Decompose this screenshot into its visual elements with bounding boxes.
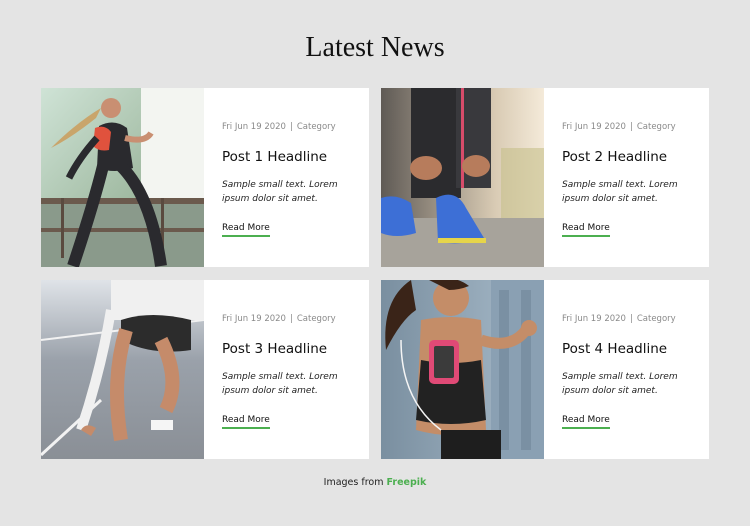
page-title: Latest News bbox=[305, 32, 445, 63]
meta-separator: | bbox=[289, 314, 293, 324]
post-date: Fri Jun 19 2020 bbox=[562, 122, 626, 132]
post-category-link[interactable]: Category bbox=[297, 122, 336, 132]
news-card-4[interactable]: Fri Jun 19 2020 | Category Post 4 Headline… bbox=[381, 280, 709, 459]
post-3-read-more-link[interactable]: Read More bbox=[222, 415, 270, 429]
post-category-link[interactable]: Category bbox=[637, 314, 676, 324]
post-3-meta: Fri Jun 19 2020 | Category bbox=[222, 314, 369, 324]
tying-shoelace-photo bbox=[381, 88, 544, 267]
meta-separator: | bbox=[629, 314, 633, 324]
woman-armband-photo bbox=[381, 280, 544, 459]
post-2-body: Fri Jun 19 2020 | Category Post 2 Headline… bbox=[544, 88, 709, 267]
post-1-headline[interactable]: Post 1 Headline bbox=[222, 149, 369, 165]
post-1-excerpt: Sample small text. Lorem ipsum dolor sit… bbox=[222, 180, 338, 204]
post-2-image[interactable] bbox=[381, 88, 544, 267]
post-date: Fri Jun 19 2020 bbox=[562, 314, 626, 324]
post-1-meta: Fri Jun 19 2020 | Category bbox=[222, 122, 369, 132]
post-2-headline[interactable]: Post 2 Headline bbox=[562, 149, 709, 165]
woman-running-photo bbox=[41, 88, 204, 267]
post-4-headline[interactable]: Post 4 Headline bbox=[562, 341, 709, 357]
meta-separator: | bbox=[629, 122, 633, 132]
post-2-read-more-link[interactable]: Read More bbox=[562, 223, 610, 237]
news-card-1[interactable]: Fri Jun 19 2020 | Category Post 1 Headline… bbox=[41, 88, 369, 267]
post-4-image[interactable] bbox=[381, 280, 544, 459]
post-4-body: Fri Jun 19 2020 | Category Post 4 Headline… bbox=[544, 280, 709, 459]
post-1-body: Fri Jun 19 2020 | Category Post 1 Headline… bbox=[204, 88, 369, 267]
post-2-meta: Fri Jun 19 2020 | Category bbox=[562, 122, 709, 132]
post-1-image[interactable] bbox=[41, 88, 204, 267]
post-category-link[interactable]: Category bbox=[297, 314, 336, 324]
image-credit-text: Images from bbox=[323, 477, 384, 488]
freepik-link[interactable]: Freepik bbox=[387, 477, 427, 488]
news-card-2[interactable]: Fri Jun 19 2020 | Category Post 2 Headline… bbox=[381, 88, 709, 267]
post-4-meta: Fri Jun 19 2020 | Category bbox=[562, 314, 709, 324]
post-3-body: Fri Jun 19 2020 | Category Post 3 Headline… bbox=[204, 280, 369, 459]
image-credit: Images from Freepik bbox=[0, 477, 750, 488]
sprint-start-photo bbox=[41, 280, 204, 459]
post-3-image[interactable] bbox=[41, 280, 204, 459]
meta-separator: | bbox=[289, 122, 293, 132]
post-1-read-more-link[interactable]: Read More bbox=[222, 223, 270, 237]
post-3-excerpt: Sample small text. Lorem ipsum dolor sit… bbox=[222, 372, 338, 396]
post-date: Fri Jun 19 2020 bbox=[222, 122, 286, 132]
news-card-3[interactable]: Fri Jun 19 2020 | Category Post 3 Headline… bbox=[41, 280, 369, 459]
post-2-excerpt: Sample small text. Lorem ipsum dolor sit… bbox=[562, 180, 678, 204]
post-date: Fri Jun 19 2020 bbox=[222, 314, 286, 324]
post-4-read-more-link[interactable]: Read More bbox=[562, 415, 610, 429]
post-category-link[interactable]: Category bbox=[637, 122, 676, 132]
post-4-excerpt: Sample small text. Lorem ipsum dolor sit… bbox=[562, 372, 678, 396]
post-3-headline[interactable]: Post 3 Headline bbox=[222, 341, 369, 357]
